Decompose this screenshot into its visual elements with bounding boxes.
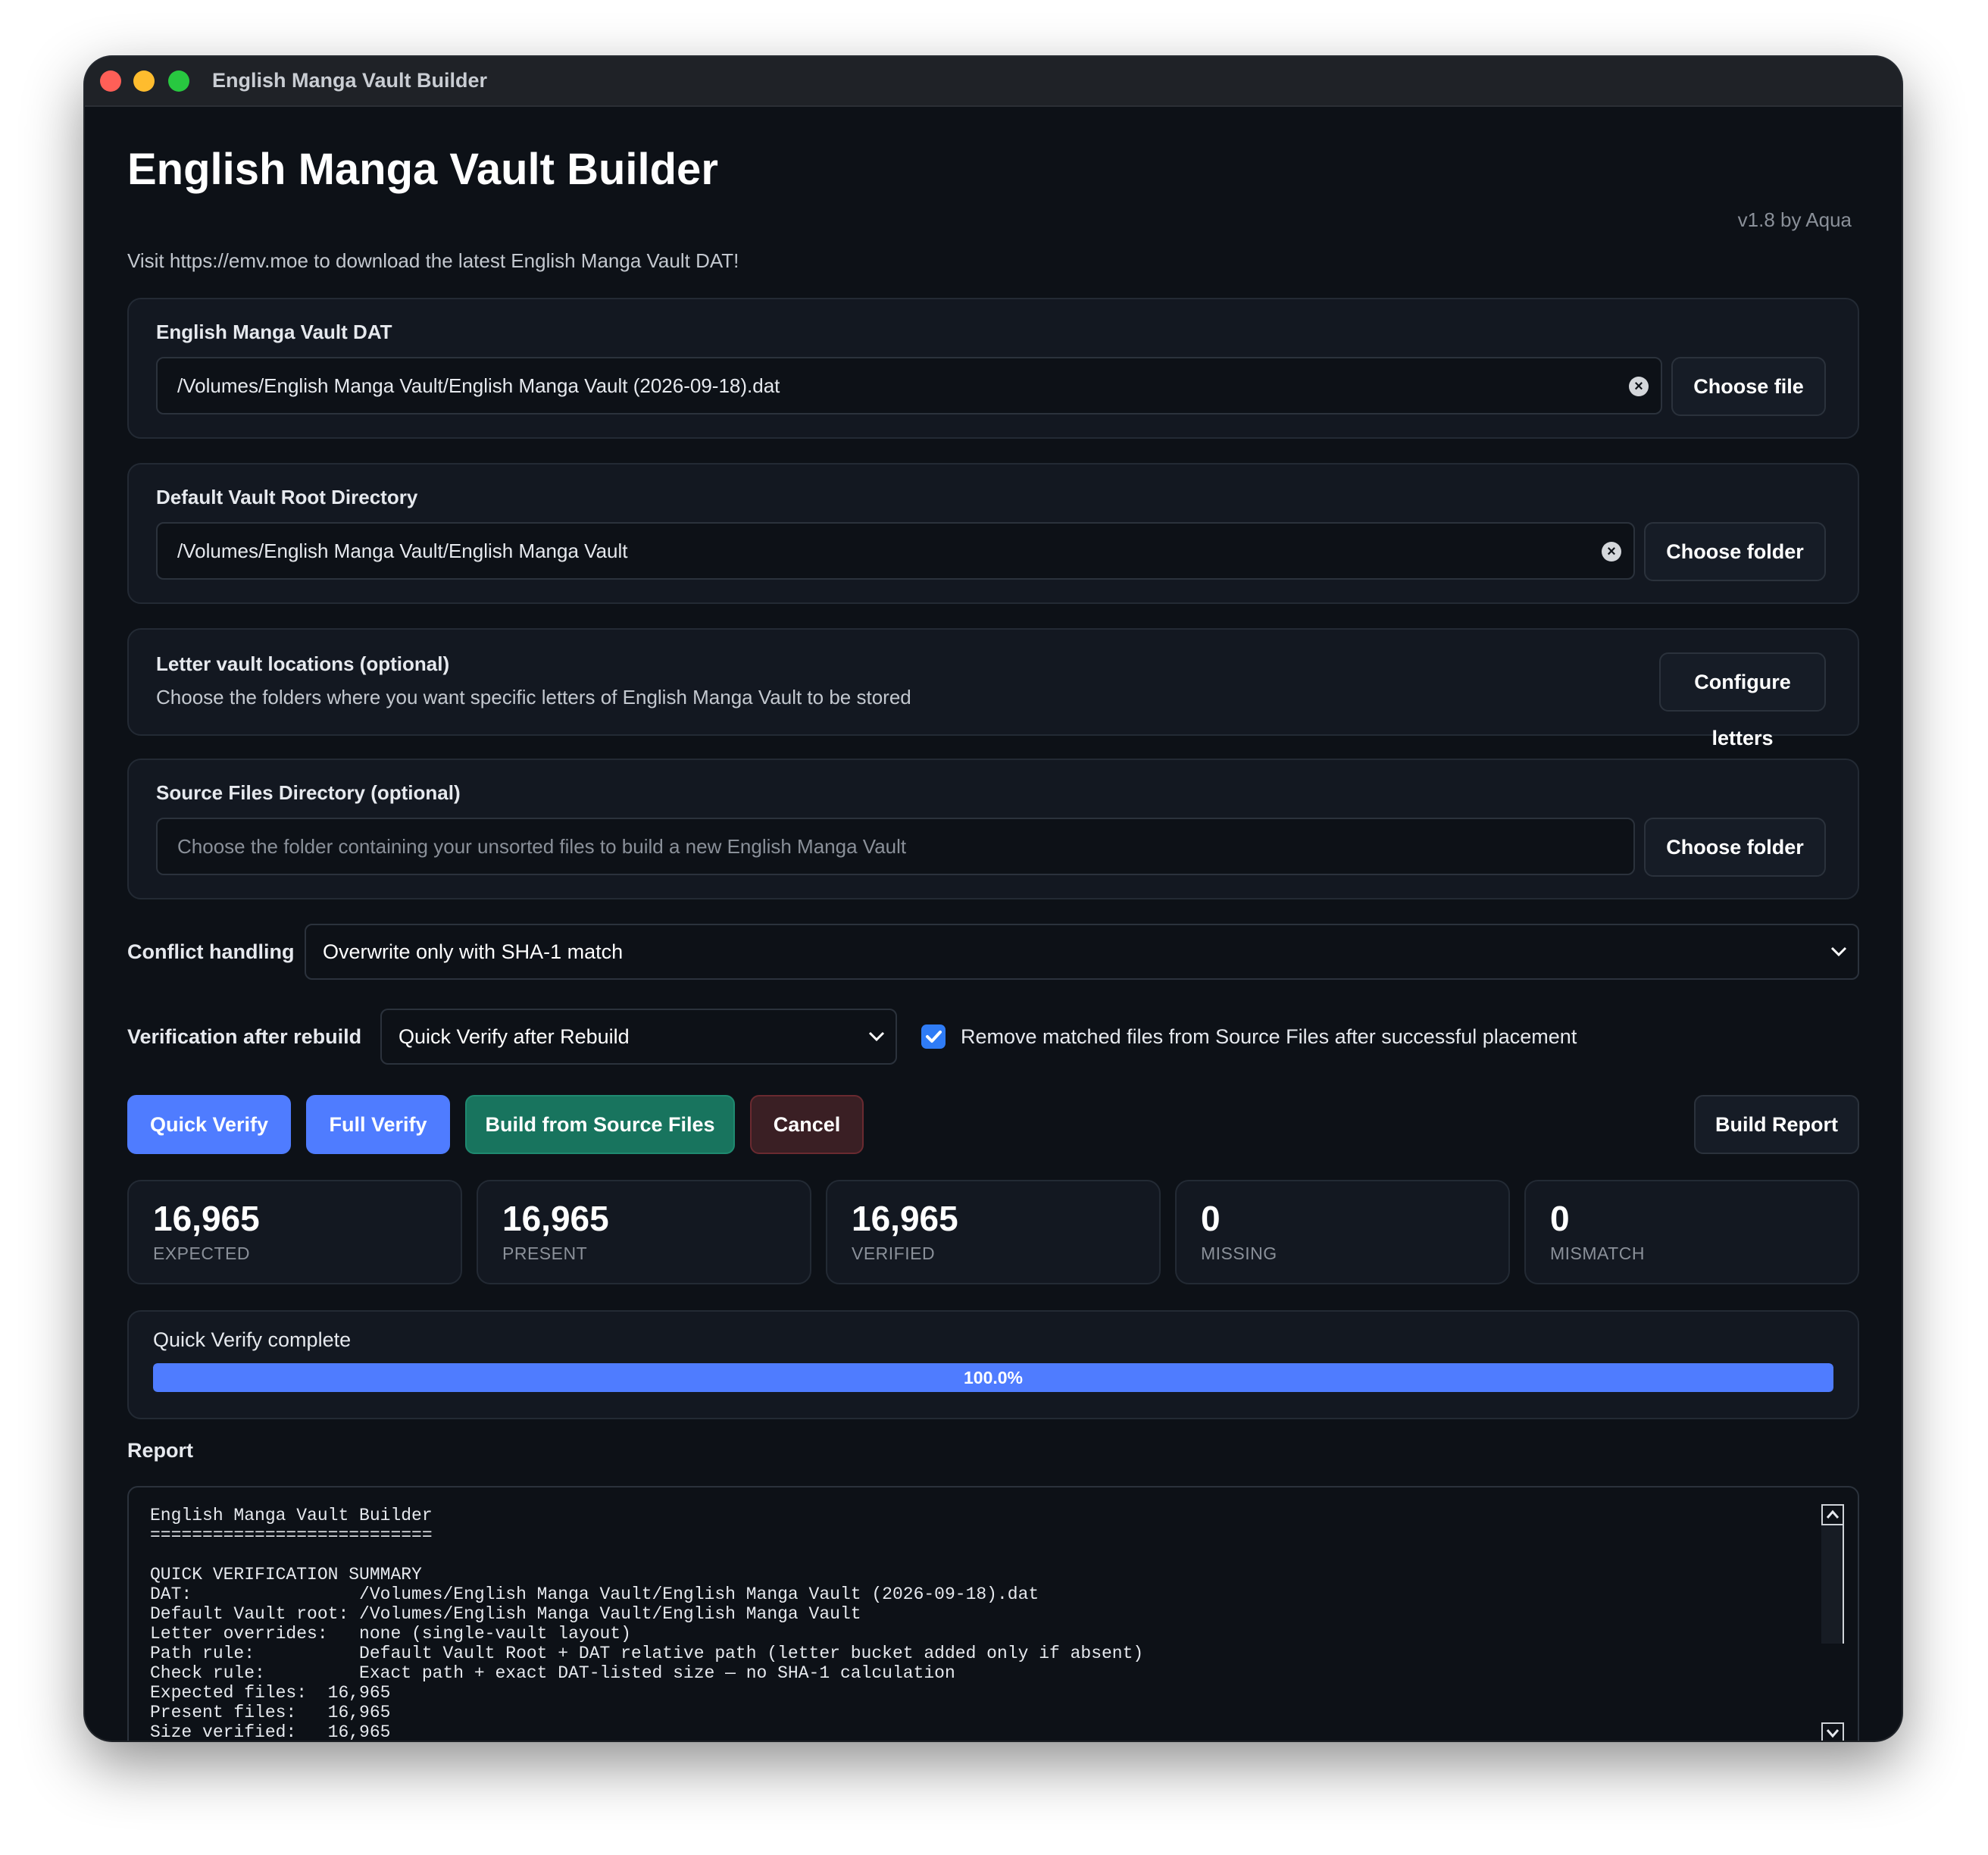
report-textarea[interactable]: English Manga Vault Builder ============… <box>127 1486 1859 1741</box>
dat-label: English Manga Vault DAT <box>156 321 392 343</box>
page-subtitle: Visit https://emv.moe to download the la… <box>127 249 739 272</box>
vault-root-value: /Volumes/English Manga Vault/English Man… <box>177 540 628 562</box>
minimize-window-button[interactable] <box>133 70 155 92</box>
page-title: English Manga Vault Builder <box>127 145 718 194</box>
progress-bar: 100.0% <box>153 1363 1833 1392</box>
chevron-down-icon <box>1826 1729 1840 1738</box>
build-from-source-button[interactable]: Build from Source Files <box>465 1095 735 1154</box>
progress-card: Quick Verify complete 100.0% <box>127 1310 1859 1419</box>
stat-label: PRESENT <box>502 1243 588 1263</box>
clear-icon[interactable]: × <box>1602 542 1621 562</box>
conflict-handling-value: Overwrite only with SHA-1 match <box>323 940 624 963</box>
chevron-down-icon <box>868 1031 885 1042</box>
source-files-label: Source Files Directory (optional) <box>156 781 461 804</box>
conflict-handling-label: Conflict handling <box>127 940 295 963</box>
report-heading: Report <box>127 1439 193 1462</box>
dat-card: English Manga Vault DAT /Volumes/English… <box>127 298 1859 439</box>
choose-root-folder-button[interactable]: Choose folder <box>1644 522 1826 581</box>
choose-source-folder-button[interactable]: Choose folder <box>1644 818 1826 877</box>
stat-value: 16,965 <box>153 1199 260 1238</box>
letter-locations-card: Letter vault locations (optional) Choose… <box>127 628 1859 749</box>
stat-label: EXPECTED <box>153 1243 250 1263</box>
vault-root-card: Default Vault Root Directory /Volumes/En… <box>127 463 1859 604</box>
verification-label: Verification after rebuild <box>127 1025 362 1048</box>
configure-letters-button[interactable]: Configure letters <box>1659 652 1826 749</box>
dat-path-field[interactable]: /Volumes/English Manga Vault/English Man… <box>156 357 1662 414</box>
checkmark-icon <box>926 1031 942 1043</box>
cancel-button[interactable]: Cancel <box>750 1095 864 1154</box>
window-title: English Manga Vault Builder <box>212 69 488 92</box>
stat-value: 0 <box>1201 1199 1221 1238</box>
verification-select[interactable]: Quick Verify after Rebuild <box>380 1009 897 1065</box>
scroll-up-arrow[interactable] <box>1821 1504 1844 1525</box>
zoom-window-button[interactable] <box>168 70 189 92</box>
stat-verified: 16,965 VERIFIED <box>826 1180 1161 1284</box>
letter-locations-description: Choose the folders where you want specif… <box>156 686 911 709</box>
dat-path-value: /Volumes/English Manga Vault/English Man… <box>177 374 780 397</box>
build-report-button[interactable]: Build Report <box>1694 1095 1859 1154</box>
stat-value: 16,965 <box>502 1199 609 1238</box>
progress-status: Quick Verify complete <box>153 1328 352 1351</box>
main-content: English Manga Vault Builder Visit https:… <box>127 105 1859 1741</box>
report-scrollbar[interactable] <box>1821 1504 1844 1741</box>
full-verify-button[interactable]: Full Verify <box>306 1095 450 1154</box>
choose-file-button[interactable]: Choose file <box>1671 357 1826 416</box>
stat-label: MISSING <box>1201 1243 1277 1263</box>
source-folder-placeholder: Choose the folder containing your unsort… <box>177 835 907 858</box>
remove-matched-checkbox[interactable] <box>921 1024 946 1049</box>
stat-mismatch: 0 MISMATCH <box>1524 1180 1859 1284</box>
stat-missing: 0 MISSING <box>1175 1180 1510 1284</box>
verification-value: Quick Verify after Rebuild <box>399 1025 630 1048</box>
title-bar: English Manga Vault Builder <box>85 57 1902 107</box>
source-files-card: Source Files Directory (optional) Choose… <box>127 759 1859 899</box>
stat-present: 16,965 PRESENT <box>477 1180 811 1284</box>
chevron-up-icon <box>1826 1509 1840 1519</box>
version-label: v1.8 by Aqua <box>1737 208 1852 231</box>
quick-verify-button[interactable]: Quick Verify <box>127 1095 291 1154</box>
chevron-down-icon <box>1830 946 1847 957</box>
scroll-thumb[interactable] <box>1821 1525 1844 1644</box>
scroll-down-arrow[interactable] <box>1821 1722 1844 1741</box>
letter-locations-label: Letter vault locations (optional) <box>156 652 450 675</box>
stat-label: VERIFIED <box>852 1243 936 1263</box>
vault-root-field[interactable]: /Volumes/English Manga Vault/English Man… <box>156 522 1635 580</box>
stat-label: MISMATCH <box>1550 1243 1645 1263</box>
progress-percent: 100.0% <box>963 1368 1023 1387</box>
report-content: English Manga Vault Builder ============… <box>150 1506 1144 1741</box>
remove-matched-label: Remove matched files from Source Files a… <box>961 1025 1577 1048</box>
close-window-button[interactable] <box>100 70 121 92</box>
source-folder-field[interactable]: Choose the folder containing your unsort… <box>156 818 1635 875</box>
stat-value: 0 <box>1550 1199 1570 1238</box>
vault-root-label: Default Vault Root Directory <box>156 486 418 508</box>
stat-value: 16,965 <box>852 1199 958 1238</box>
app-window: English Manga Vault Builder English Mang… <box>85 57 1902 1741</box>
stat-expected: 16,965 EXPECTED <box>127 1180 462 1284</box>
clear-icon[interactable]: × <box>1629 377 1649 396</box>
conflict-handling-select[interactable]: Overwrite only with SHA-1 match <box>305 924 1859 980</box>
